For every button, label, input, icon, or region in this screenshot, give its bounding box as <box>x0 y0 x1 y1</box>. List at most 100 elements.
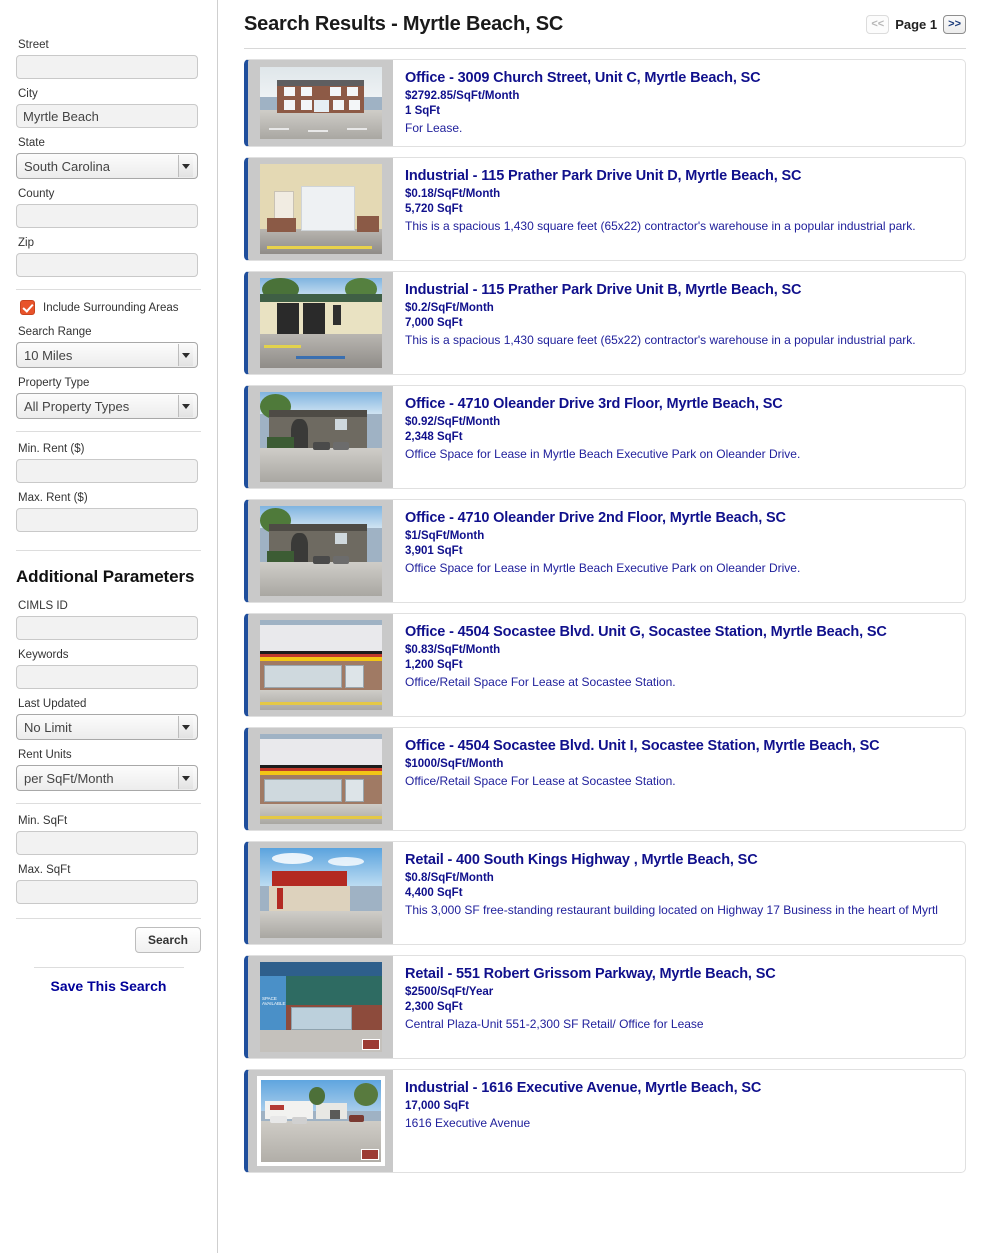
divider <box>16 803 201 804</box>
listing-description: Central Plaza-Unit 551-2,300 SF Retail/ … <box>405 1017 704 1031</box>
listing-card[interactable]: Industrial - 1616 Executive Avenue, Myrt… <box>244 1069 966 1173</box>
listing-description: For Lease. <box>405 121 463 135</box>
yellow-awning-storefront-image <box>259 734 382 824</box>
max-sqft-input[interactable] <box>16 880 198 904</box>
zip-input[interactable] <box>16 253 198 277</box>
listing-price: $2500/SqFt/Year <box>405 986 494 998</box>
page-root: Street City State South Carolina County … <box>0 0 988 1253</box>
listing-info: Industrial - 1616 Executive Avenue, Myrt… <box>393 1070 965 1172</box>
filter-zip: Zip <box>16 236 201 277</box>
max-rent-input[interactable] <box>16 508 198 532</box>
tan-garage-unit-image <box>259 164 382 254</box>
min-rent-input[interactable] <box>16 459 198 483</box>
filter-rent-units: Rent Units per SqFt/Month <box>16 748 201 791</box>
listing-card[interactable]: SPACE AVAILABLE Retail - 551 Robert Griss… <box>244 955 966 1059</box>
listing-size: 2,300 SqFt <box>405 1001 463 1013</box>
listing-description: This 3,000 SF free-standing restaurant b… <box>405 903 938 917</box>
filter-min-rent: Min. Rent ($) <box>16 442 201 483</box>
listing-card[interactable]: Industrial - 115 Prather Park Drive Unit… <box>244 271 966 375</box>
green-roof-warehouse-image <box>259 278 382 368</box>
listing-price: $0.2/SqFt/Month <box>405 302 494 314</box>
listing-card[interactable]: Office - 3009 Church Street, Unit C, Myr… <box>244 59 966 147</box>
page-title: Search Results - Myrtle Beach, SC <box>244 12 564 35</box>
filter-zip-label: Zip <box>18 237 34 249</box>
next-page-button[interactable]: >> <box>943 14 966 34</box>
gray-office-park-image <box>259 392 382 482</box>
listing-price: $1000/SqFt/Month <box>405 758 504 770</box>
listing-description: 1616 Executive Avenue <box>405 1116 531 1130</box>
listing-title[interactable]: Retail - 551 Robert Grissom Parkway, Myr… <box>405 965 951 984</box>
filter-cimls-id: CIMLS ID <box>16 599 201 640</box>
listing-title[interactable]: Office - 4504 Socastee Blvd. Unit I, Soc… <box>405 737 951 756</box>
save-this-search-link[interactable]: Save This Search <box>16 978 201 994</box>
include-surrounding-areas-row[interactable]: Include Surrounding Areas <box>20 300 201 315</box>
listing-info: Office - 4504 Socastee Blvd. Unit G, Soc… <box>393 614 965 716</box>
listing-title[interactable]: Retail - 400 South Kings Highway , Myrtl… <box>405 851 951 870</box>
listing-thumbnail-cell <box>248 614 393 716</box>
filter-street: Street <box>16 38 201 79</box>
state-select-value: South Carolina <box>24 159 110 174</box>
listing-title[interactable]: Office - 3009 Church Street, Unit C, Myr… <box>405 69 951 88</box>
min-sqft-input[interactable] <box>16 831 198 855</box>
listing-thumbnail-cell <box>248 158 393 260</box>
property-type-value: All Property Types <box>24 399 130 414</box>
chevron-down-icon <box>178 344 193 366</box>
logo-watermark <box>360 1149 379 1160</box>
previous-page-button[interactable]: << <box>866 14 890 34</box>
listing-title[interactable]: Office - 4710 Oleander Drive 3rd Floor, … <box>405 395 951 414</box>
listing-thumbnail-cell: SPACE AVAILABLE <box>248 956 393 1058</box>
listing-title[interactable]: Office - 4710 Oleander Drive 2nd Floor, … <box>405 509 951 528</box>
listing-thumbnail-cell <box>248 60 393 146</box>
divider <box>16 918 201 919</box>
divider <box>16 431 201 432</box>
cimls-id-input[interactable] <box>16 616 198 640</box>
listing-card[interactable]: Office - 4710 Oleander Drive 2nd Floor, … <box>244 499 966 603</box>
listing-card[interactable]: Retail - 400 South Kings Highway , Myrtl… <box>244 841 966 945</box>
listing-thumbnail-cell <box>248 386 393 488</box>
last-updated-select[interactable]: No Limit <box>16 714 198 740</box>
search-filters-sidebar: Street City State South Carolina County … <box>0 0 218 1253</box>
listing-thumbnail-cell <box>248 1070 393 1172</box>
listing-card[interactable]: Office - 4710 Oleander Drive 3rd Floor, … <box>244 385 966 489</box>
search-range-select[interactable]: 10 Miles <box>16 342 198 368</box>
listing-description: Office/Retail Space For Lease at Socaste… <box>405 675 676 689</box>
filter-max-rent-label: Max. Rent ($) <box>18 492 88 504</box>
gray-office-park-image <box>259 506 382 596</box>
search-button-row: Search <box>16 927 201 953</box>
results-header: Search Results - Myrtle Beach, SC << Pag… <box>242 0 968 48</box>
listing-title[interactable]: Industrial - 115 Prather Park Drive Unit… <box>405 167 951 186</box>
red-roof-restaurant-image <box>259 848 382 938</box>
filter-rent-units-label: Rent Units <box>18 749 72 761</box>
search-button[interactable]: Search <box>134 927 201 953</box>
street-input[interactable] <box>16 55 198 79</box>
chevron-down-icon <box>178 716 193 738</box>
listing-card[interactable]: Office - 4504 Socastee Blvd. Unit I, Soc… <box>244 727 966 831</box>
keywords-input[interactable] <box>16 665 198 689</box>
rent-units-select[interactable]: per SqFt/Month <box>16 765 198 791</box>
filter-property-type: Property Type All Property Types <box>16 376 201 419</box>
listing-description: Office/Retail Space For Lease at Socaste… <box>405 774 676 788</box>
listing-info: Retail - 400 South Kings Highway , Myrtl… <box>393 842 965 944</box>
listing-title[interactable]: Industrial - 115 Prather Park Drive Unit… <box>405 281 951 300</box>
listing-card[interactable]: Office - 4504 Socastee Blvd. Unit G, Soc… <box>244 613 966 717</box>
listing-card[interactable]: Industrial - 115 Prather Park Drive Unit… <box>244 157 966 261</box>
listing-price: $0.18/SqFt/Month <box>405 188 501 200</box>
listing-title[interactable]: Industrial - 1616 Executive Avenue, Myrt… <box>405 1079 951 1098</box>
city-input[interactable] <box>16 104 198 128</box>
filter-cimls-id-label: CIMLS ID <box>18 600 68 612</box>
property-type-select[interactable]: All Property Types <box>16 393 198 419</box>
listing-description: This is a spacious 1,430 square feet (65… <box>405 219 916 233</box>
filter-county: County <box>16 187 201 228</box>
search-range-value: 10 Miles <box>24 348 73 363</box>
listing-price: $0.92/SqFt/Month <box>405 416 501 428</box>
filter-max-sqft: Max. SqFt <box>16 863 201 904</box>
include-surrounding-areas-label: Include Surrounding Areas <box>43 301 179 314</box>
listing-size: 5,720 SqFt <box>405 203 463 215</box>
listing-info: Office - 4710 Oleander Drive 2nd Floor, … <box>393 500 965 602</box>
listing-title[interactable]: Office - 4504 Socastee Blvd. Unit G, Soc… <box>405 623 951 642</box>
listing-info: Retail - 551 Robert Grissom Parkway, Myr… <box>393 956 965 1058</box>
state-select[interactable]: South Carolina <box>16 153 198 179</box>
checkmark-icon[interactable] <box>20 300 35 315</box>
listing-size: 4,400 SqFt <box>405 887 463 899</box>
county-input[interactable] <box>16 204 198 228</box>
